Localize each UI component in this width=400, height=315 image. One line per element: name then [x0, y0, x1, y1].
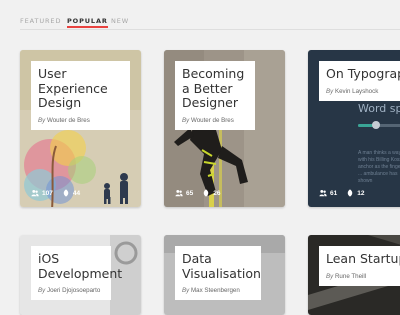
card-label: Data Visualisation By Max Steenbergen [175, 246, 261, 300]
course-card-becoming-a-better-designer[interactable]: Becoming a Better Designer By Wouter de … [164, 50, 285, 207]
course-card-data-visualisation[interactable]: Data Visualisation By Max Steenbergen [164, 235, 285, 315]
leaf-icon [203, 189, 209, 197]
tabs-divider [20, 29, 400, 30]
cover-slider-handle [372, 121, 380, 129]
card-stats: 65 26 [175, 189, 220, 197]
tab-popular[interactable]: POPULAR [67, 17, 108, 28]
card-stats: 107 44 [31, 189, 80, 197]
reads-stat: 44 [62, 189, 80, 197]
card-author: By Kevin Layshock [326, 87, 379, 95]
tab-featured[interactable]: FEATURED [20, 17, 61, 25]
tab-featured-label: FEATURED [20, 17, 62, 25]
card-title: Becoming a Better Designer [182, 66, 245, 110]
reads-stat: 12 [346, 189, 364, 197]
cover-paragraph: A man thinks a way with his Billing Koss… [358, 150, 400, 184]
card-label: Becoming a Better Designer By Wouter de … [175, 61, 255, 130]
card-label: Lean Startup By Rune Theill [319, 246, 400, 286]
card-label: iOS Development By Joeri Djojosoeparto [31, 246, 123, 300]
reads-stat: 26 [202, 189, 220, 197]
tab-new[interactable]: NEW [111, 17, 129, 25]
course-card-ios-development[interactable]: iOS Development By Joeri Djojosoeparto [20, 235, 141, 315]
users-icon [319, 189, 327, 197]
followers-stat: 65 [175, 189, 193, 197]
card-author: By Max Steenbergen [182, 287, 240, 294]
leaf-icon [347, 189, 353, 197]
card-stats: 61 12 [319, 189, 364, 197]
course-card-user-experience-design[interactable]: User Experience Design By Wouter de Bres… [20, 50, 141, 207]
card-title: On Typography [326, 66, 400, 81]
category-tabs: FEATURED POPULAR NEW [0, 0, 400, 30]
followers-stat: 61 [319, 189, 337, 197]
course-card-lean-startup[interactable]: Lean Startup By Rune Theill [308, 235, 400, 315]
card-title: User Experience Design [38, 66, 108, 110]
course-card-on-typography[interactable]: Word sp A man thinks a way with his Bill… [308, 50, 400, 207]
card-label: On Typography By Kevin Layshock [319, 61, 400, 101]
followers-stat: 107 [31, 189, 53, 197]
active-tab-indicator [67, 26, 108, 28]
tab-popular-label: POPULAR [67, 17, 108, 25]
cover-word-spacing-text: Word sp [358, 102, 400, 115]
users-icon [175, 189, 183, 197]
card-author: By Wouter de Bres [182, 116, 234, 124]
card-title: Data Visualisation [182, 251, 261, 281]
card-author: By Joeri Djojosoeparto [38, 287, 101, 294]
card-title: iOS Development [38, 251, 123, 281]
card-author: By Rune Theill [326, 272, 367, 280]
tab-new-label: NEW [111, 17, 130, 25]
card-author: By Wouter de Bres [38, 116, 90, 124]
users-icon [31, 189, 39, 197]
card-title: Lean Startup [326, 251, 400, 266]
cover-slider-track [358, 121, 400, 129]
card-label: User Experience Design By Wouter de Bres [31, 61, 130, 130]
leaf-icon [63, 189, 69, 197]
